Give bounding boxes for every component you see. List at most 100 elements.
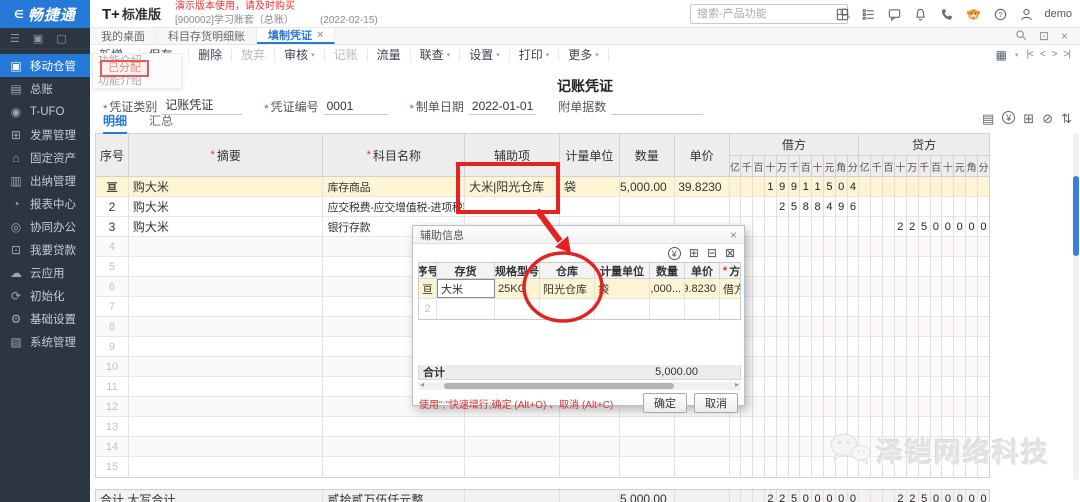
stock-cell[interactable]: 大米: [437, 279, 495, 298]
sidebar-item-1[interactable]: ▤总账: [0, 77, 90, 100]
sidebar-item-7[interactable]: ◎协同办公: [0, 215, 90, 238]
account-cell[interactable]: 应交税费-应交增值税-进项税额: [323, 197, 465, 216]
account-cell[interactable]: 库存商品: [323, 177, 465, 196]
qty-cell[interactable]: 5,000...: [650, 279, 685, 298]
next-voucher-icon[interactable]: >: [1052, 49, 1057, 60]
sidebar-item-10[interactable]: ⟳初始化: [0, 284, 90, 307]
row-number[interactable]: 2: [419, 299, 437, 319]
current-row-indicator[interactable]: 亘: [419, 279, 437, 298]
horizontal-scrollbar[interactable]: ◂ ▸: [418, 382, 741, 390]
ok-button[interactable]: 确定: [643, 393, 687, 413]
sidebar-item-0[interactable]: ▣移动仓管: [0, 54, 90, 77]
close-icon[interactable]: ×: [730, 228, 737, 242]
sidebar-item-12[interactable]: ▧系统管理: [0, 330, 90, 353]
scroll-left-icon[interactable]: ◂: [420, 380, 424, 389]
last-voucher-icon[interactable]: >|: [1064, 49, 1070, 60]
summary-cell[interactable]: 购大米: [129, 197, 324, 216]
view-tab-0[interactable]: 明细: [103, 112, 127, 134]
username[interactable]: demo: [1044, 8, 1072, 20]
horizontal-scrollbar-thumb[interactable]: [444, 383, 674, 389]
unit-cell[interactable]: 袋: [560, 177, 620, 196]
direction-cell[interactable]: [720, 299, 741, 319]
direction-cell[interactable]: 借方: [720, 279, 741, 298]
app-logo[interactable]: ∈ 畅捷通: [0, 0, 90, 28]
account-name[interactable]: [900002]学习账套（总账）: [175, 15, 294, 27]
tab-1[interactable]: 科目存货明细账: [157, 28, 257, 44]
chevron-down-icon[interactable]: ▾: [1015, 51, 1019, 59]
dialog-titlebar[interactable]: 辅助信息 ×: [413, 226, 744, 244]
money-bag-icon[interactable]: ¥: [1002, 111, 1015, 124]
sidebar-item-6[interactable]: ◔报表中心: [0, 192, 90, 215]
field-value[interactable]: 0001: [324, 99, 388, 115]
checklist-icon[interactable]: [861, 7, 876, 22]
help-icon[interactable]: ?: [993, 7, 1008, 22]
tab-closeall-icon[interactable]: ×: [1061, 29, 1068, 43]
search-input[interactable]: [697, 8, 839, 20]
message-icon[interactable]: [887, 7, 902, 22]
insert-note-icon[interactable]: ▤: [982, 111, 994, 127]
voucher-list-icon[interactable]: ▦: [996, 48, 1007, 62]
apps-icon[interactable]: [835, 7, 850, 22]
spec-cell[interactable]: 25KG: [495, 279, 540, 298]
dialog-table-row[interactable]: 亘大米25KG阳光仓库袋5,000...39.8230借方: [419, 279, 740, 299]
table-row[interactable]: 亘购大米库存商品大米|阳光仓库袋5,000.0039.823019911504: [96, 177, 989, 197]
delete-row-icon[interactable]: ⊠: [725, 247, 735, 259]
price-cell[interactable]: 39.8230: [675, 177, 730, 196]
link-icon[interactable]: ⊘: [1042, 111, 1053, 127]
tab-expand-icon[interactable]: ⊡: [1039, 29, 1049, 43]
sidebar-item-2[interactable]: ◉T-UFO: [0, 100, 90, 123]
copy-row-icon[interactable]: ⊟: [707, 247, 717, 259]
toolbar-button[interactable]: 设置▾: [460, 49, 510, 61]
unit-cell[interactable]: 袋: [595, 279, 650, 298]
toolbar-button[interactable]: 流量: [368, 49, 411, 61]
toolbar-button[interactable]: 打印▾: [510, 49, 560, 61]
scroll-right-icon[interactable]: ▸: [735, 380, 739, 389]
toolbar-button[interactable]: 删除: [189, 49, 232, 61]
stock-cell[interactable]: [437, 299, 495, 319]
vertical-scrollbar-thumb[interactable]: [1073, 176, 1079, 256]
cancel-button[interactable]: 取消: [694, 393, 738, 413]
price-cell[interactable]: [675, 197, 730, 216]
view-tab-1[interactable]: 汇总: [149, 112, 173, 134]
warehouse-cell[interactable]: [540, 299, 595, 319]
template-icon[interactable]: ⊞: [1023, 111, 1034, 127]
dialog-table-row[interactable]: 2: [419, 299, 740, 319]
toolbar-button[interactable]: 更多▾: [559, 49, 609, 61]
sort-icon[interactable]: ⇅: [1061, 111, 1072, 127]
aux-cell[interactable]: [465, 197, 560, 216]
first-voucher-icon[interactable]: |<: [1026, 49, 1032, 60]
bell-icon[interactable]: [913, 7, 928, 22]
service-monkey-icon[interactable]: [965, 6, 982, 23]
price-cell[interactable]: [685, 299, 720, 319]
spec-cell[interactable]: [495, 299, 540, 319]
search-box[interactable]: [690, 4, 848, 24]
user-icon[interactable]: [1019, 7, 1034, 22]
field-value[interactable]: 2022-01-01: [469, 99, 536, 115]
money-bag-icon[interactable]: ¥: [668, 247, 681, 260]
unit-cell[interactable]: [560, 197, 620, 216]
scan-icon[interactable]: ▣: [33, 32, 43, 45]
summary-cell[interactable]: 购大米: [129, 217, 324, 236]
tab-0[interactable]: 我的桌面: [90, 28, 157, 44]
tab-2[interactable]: 填制凭证×: [257, 28, 335, 44]
prev-voucher-icon[interactable]: <: [1040, 49, 1045, 60]
summary-cell[interactable]: 购大米: [129, 177, 324, 196]
sidebar-item-5[interactable]: ▥出纳管理: [0, 169, 90, 192]
field-value[interactable]: 记账凭证: [162, 96, 242, 115]
sidebar-item-11[interactable]: ⚙基础设置: [0, 307, 90, 330]
toolbar-button[interactable]: 审核▾: [275, 49, 325, 61]
exit-icon[interactable]: ▢: [56, 32, 66, 45]
table-row[interactable]: 2购大米应交税费-应交增值税-进项税额2588496: [96, 197, 989, 217]
phone-icon[interactable]: [939, 7, 954, 22]
sidebar-item-3[interactable]: ⊞发票管理: [0, 123, 90, 146]
tab-search-icon[interactable]: [1015, 29, 1027, 44]
qty-cell[interactable]: [650, 299, 685, 319]
qty-cell[interactable]: [620, 197, 675, 216]
sidebar-item-4[interactable]: ⌂固定资产: [0, 146, 90, 169]
warehouse-cell[interactable]: 阳光仓库: [540, 279, 595, 298]
field-value[interactable]: [611, 99, 703, 115]
sidebar-item-9[interactable]: ☁云应用: [0, 261, 90, 284]
unit-cell[interactable]: [595, 299, 650, 319]
price-cell[interactable]: 39.8230: [685, 279, 720, 298]
sidebar-item-8[interactable]: ⊡我要贷款: [0, 238, 90, 261]
